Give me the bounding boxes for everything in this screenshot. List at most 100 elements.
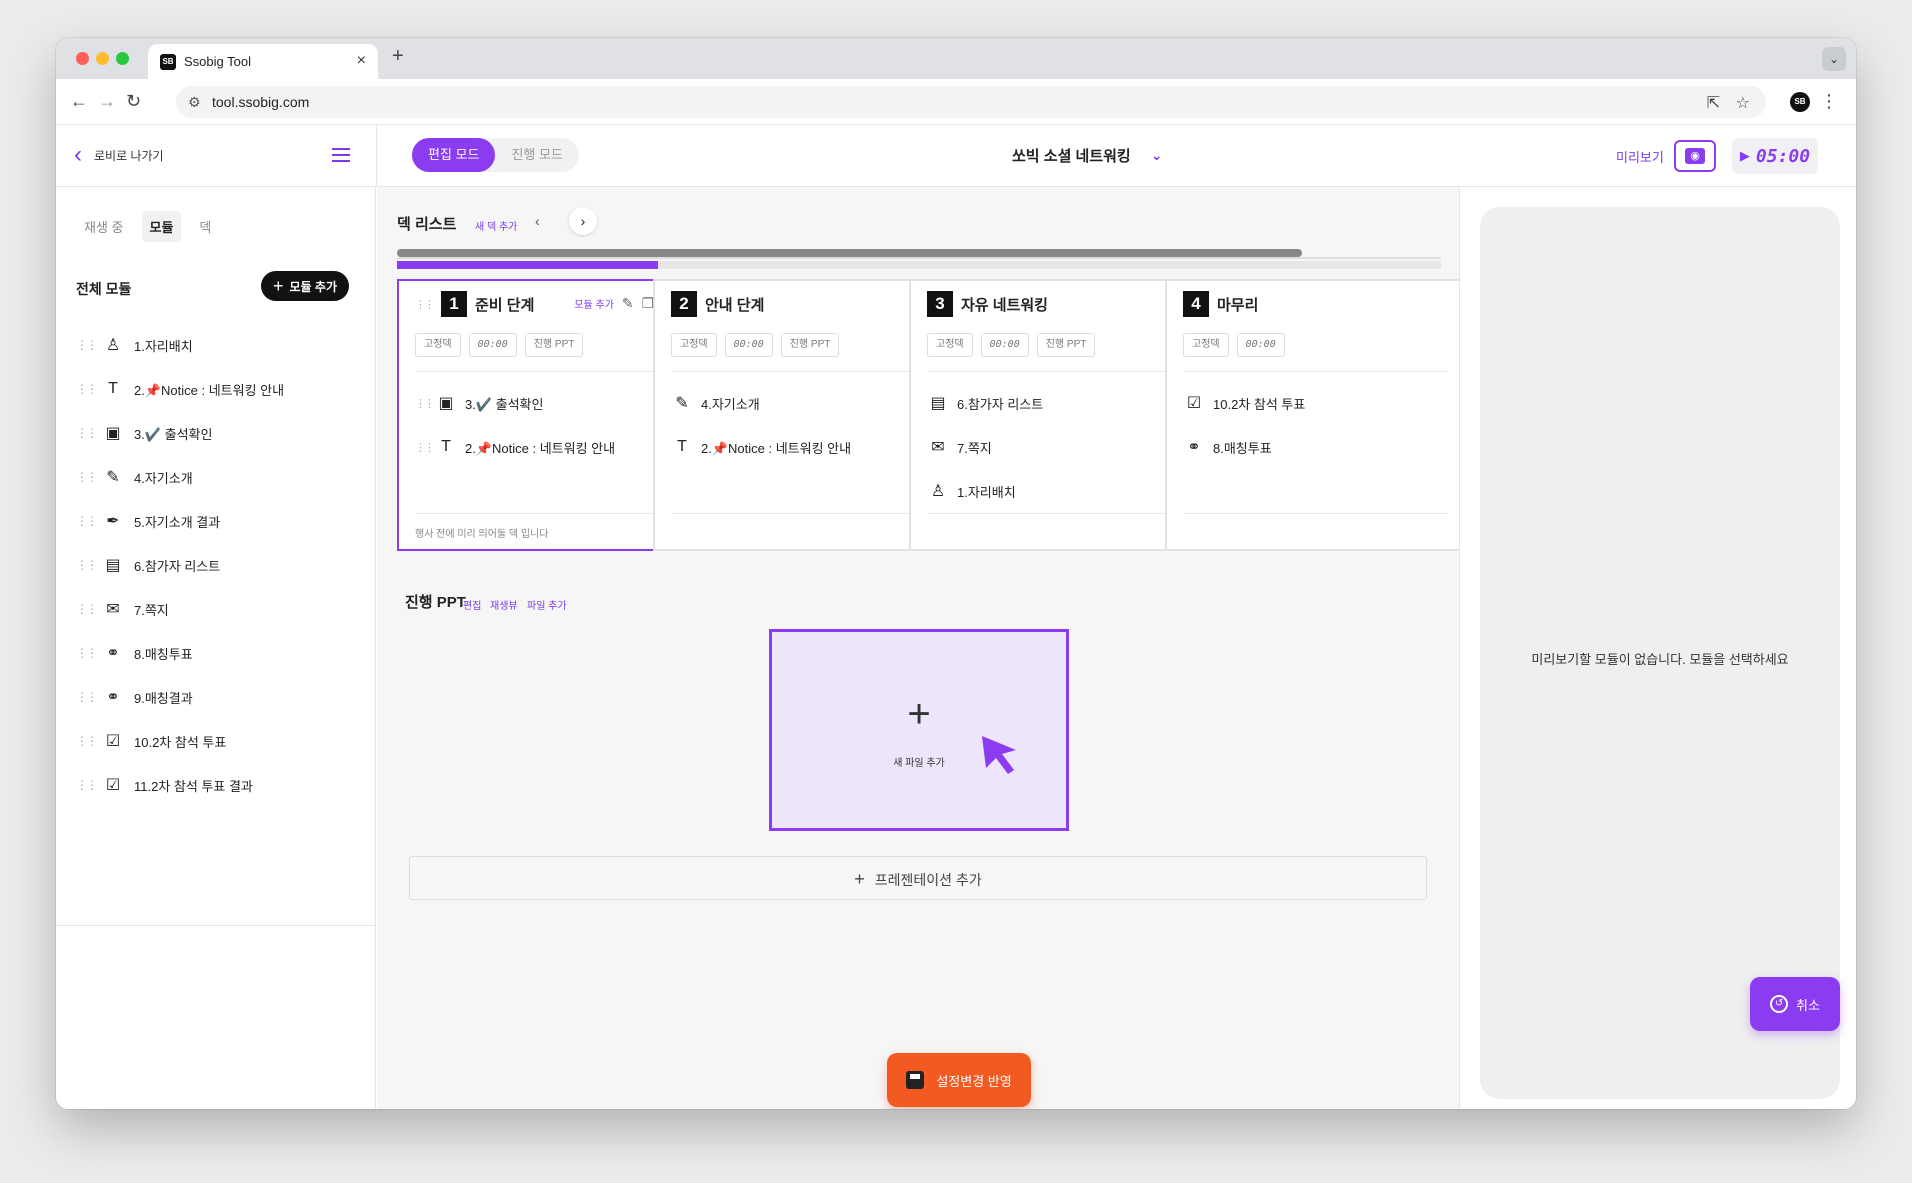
drag-handle-icon[interactable]: ⋮⋮ <box>76 558 98 572</box>
ppt-chip[interactable]: 진행 PPT <box>780 333 840 357</box>
close-window-button[interactable] <box>76 52 89 65</box>
time-chip[interactable]: 00:00 <box>724 333 773 357</box>
fixed-deck-chip[interactable]: 고정덱 <box>1183 333 1229 357</box>
run-mode-button[interactable]: 진행 모드 <box>495 138 578 172</box>
checkbox-filled-icon: ☑ <box>105 777 121 794</box>
deck-module-item[interactable]: ✎ 4.자기소개 <box>671 381 936 425</box>
id-card-icon: ▤ <box>105 557 121 574</box>
url-text: tool.ssobig.com <box>212 94 310 110</box>
text-icon: T <box>108 380 118 397</box>
deck-module-item[interactable]: ♙ 1.자리배치 <box>927 469 1192 513</box>
module-item[interactable]: ⋮⋮ ✎ 4.자기소개 <box>76 455 356 499</box>
module-item[interactable]: ⋮⋮ ▣ 3.✔️ 출석확인 <box>76 411 356 455</box>
drag-handle-icon[interactable]: ⋮⋮ <box>415 298 435 311</box>
module-item[interactable]: ⋮⋮ T 2.📌Notice : 네트워킹 안내 <box>76 367 356 411</box>
module-item[interactable]: ⋮⋮ ▤ 6.참가자 리스트 <box>76 543 356 587</box>
drag-handle-icon[interactable]: ⋮⋮ <box>76 338 98 352</box>
chevron-right-icon[interactable]: › <box>569 207 597 235</box>
drag-handle-icon[interactable]: ⋮⋮ <box>76 646 98 660</box>
deck-card-title: 안내 단계 <box>705 296 765 314</box>
browser-menu-icon[interactable]: ⋮ <box>1820 91 1838 112</box>
time-chip[interactable]: 00:00 <box>468 333 517 357</box>
drag-handle-icon[interactable]: ⋮⋮ <box>76 690 98 704</box>
site-settings-icon[interactable]: ⚙ <box>188 94 201 111</box>
tab-modules[interactable]: 모듈 <box>141 211 182 242</box>
ppt-add-file-link[interactable]: 파일 추가 <box>527 597 567 612</box>
drag-handle-icon[interactable]: ⋮⋮ <box>76 382 98 396</box>
ppt-chip[interactable]: 진행 PPT <box>1036 333 1096 357</box>
deck-chips: 고정덱 00:00 진행 PPT <box>927 333 1096 357</box>
file-dropzone[interactable]: + 새 파일 추가 <box>769 629 1069 831</box>
deck-module-item[interactable]: ▤ 6.참가자 리스트 <box>927 381 1192 425</box>
deck-module-item[interactable]: ⋮⋮T2.📌Notice : 네트워킹 안내− <box>415 425 680 469</box>
add-module-link[interactable]: 모듈 추가 <box>574 296 614 311</box>
module-item[interactable]: ⋮⋮ ⚭ 9.매칭결과 <box>76 675 356 719</box>
drag-handle-icon[interactable]: ⋮⋮ <box>76 470 98 484</box>
fixed-deck-chip[interactable]: 고정덱 <box>927 333 973 357</box>
deck-module-item[interactable]: T 2.📌Notice : 네트워킹 안내 <box>671 425 936 469</box>
edit-mode-button[interactable]: 편집 모드 <box>412 138 496 172</box>
add-module-label: 모듈 추가 <box>289 279 338 294</box>
profile-avatar[interactable]: SB <box>1790 92 1810 112</box>
module-item[interactable]: ⋮⋮ ✒ 5.자기소개 결과 <box>76 499 356 543</box>
fixed-deck-chip[interactable]: 고정덱 <box>671 333 717 357</box>
hamburger-menu-icon[interactable] <box>332 148 350 162</box>
deck-card-title: 준비 단계 <box>475 296 535 314</box>
drag-handle-icon[interactable]: ⋮⋮ <box>76 426 98 440</box>
deck-card-header: 4 마무리 <box>1183 291 1258 317</box>
reload-icon[interactable]: ↻ <box>126 91 141 112</box>
horizontal-scrollbar[interactable] <box>397 249 1302 257</box>
new-tab-button[interactable]: + <box>392 45 404 68</box>
back-to-lobby-button[interactable]: ‹ 로비로 나가기 <box>74 143 164 167</box>
ppt-edit-link[interactable]: 편집 <box>463 597 481 612</box>
module-item[interactable]: ⋮⋮ ☑ 11.2차 참석 투표 결과 <box>76 763 356 807</box>
deck-module-item[interactable]: ⚭ 8.매칭투표 <box>1183 425 1448 469</box>
module-label: 6.참가자 리스트 <box>134 558 221 574</box>
tab-decks[interactable]: 덱 <box>191 211 219 242</box>
back-arrow-icon[interactable]: ← <box>70 91 88 112</box>
drag-handle-icon[interactable]: ⋮⋮ <box>76 514 98 528</box>
module-item[interactable]: ⋮⋮ ⚭ 8.매칭투표 <box>76 631 356 675</box>
new-deck-link[interactable]: 새 덱 추가 <box>475 218 517 233</box>
drag-handle-icon[interactable]: ⋮⋮ <box>415 441 435 454</box>
ppt-chip[interactable]: 진행 PPT <box>524 333 584 357</box>
time-chip[interactable]: 00:00 <box>1236 333 1285 357</box>
module-item[interactable]: ⋮⋮ ☑ 10.2차 참석 투표 <box>76 719 356 763</box>
deck-module-item[interactable]: ⋮⋮▣3.✔️ 출석확인− <box>415 381 680 425</box>
deck-card[interactable]: 4 마무리고정덱 00:00 ☑ 10.2차 참석 투표 ⚭ 8.매칭투표 <box>1165 279 1459 551</box>
deck-module-label: 3.✔️ 출석확인 <box>465 396 544 412</box>
drag-handle-icon[interactable]: ⋮⋮ <box>76 734 98 748</box>
deck-module-item[interactable]: ✉ 7.쪽지 <box>927 425 1192 469</box>
time-chip[interactable]: 00:00 <box>980 333 1029 357</box>
minimize-window-button[interactable] <box>96 52 109 65</box>
deck-card-header: 2 안내 단계 <box>671 291 764 317</box>
tab-now-playing[interactable]: 재생 중 <box>76 211 132 242</box>
preview-toggle[interactable]: ◉ <box>1674 140 1716 172</box>
add-module-button[interactable]: + 모듈 추가 <box>261 271 350 301</box>
module-item[interactable]: ⋮⋮ ♙ 1.자리배치 <box>76 323 356 367</box>
drag-handle-icon[interactable]: ⋮⋮ <box>76 778 98 792</box>
drag-handle-icon[interactable]: ⋮⋮ <box>76 602 98 616</box>
edit-pencil-icon[interactable]: ✎ <box>622 295 634 312</box>
timer-button[interactable]: ▶ 05:00 <box>1732 138 1818 174</box>
deck-selector[interactable]: 쏘빅 소셜 네트워킹 ⌄ <box>1012 145 1162 166</box>
deck-number: 2 <box>671 291 697 317</box>
progress-bar <box>397 261 658 269</box>
fixed-deck-chip[interactable]: 고정덱 <box>415 333 461 357</box>
ppt-playview-link[interactable]: 재생뷰 <box>490 597 518 612</box>
add-presentation-button[interactable]: + 프레젠테이션 추가 <box>409 856 1427 900</box>
tab-search-icon[interactable]: ⌄ <box>1822 47 1846 71</box>
open-external-icon[interactable]: ⇱ <box>1707 93 1720 113</box>
forward-arrow-icon[interactable]: → <box>98 91 116 112</box>
browser-tab[interactable]: SB Ssobig Tool × <box>148 44 378 79</box>
cancel-button[interactable]: ↺ 취소 <box>1750 977 1840 1031</box>
close-tab-icon[interactable]: × <box>357 52 366 70</box>
drag-handle-icon[interactable]: ⋮⋮ <box>415 397 435 410</box>
url-input[interactable]: ⚙ tool.ssobig.com ⇱ ☆ <box>176 86 1766 118</box>
deck-module-item[interactable]: ☑ 10.2차 참석 투표 <box>1183 381 1448 425</box>
apply-settings-button[interactable]: 설정변경 반영 <box>887 1053 1031 1107</box>
module-item[interactable]: ⋮⋮ ✉ 7.쪽지 <box>76 587 356 631</box>
maximize-window-button[interactable] <box>116 52 129 65</box>
bookmark-star-icon[interactable]: ☆ <box>1736 93 1750 113</box>
chevron-left-icon[interactable]: ‹ <box>535 213 540 229</box>
